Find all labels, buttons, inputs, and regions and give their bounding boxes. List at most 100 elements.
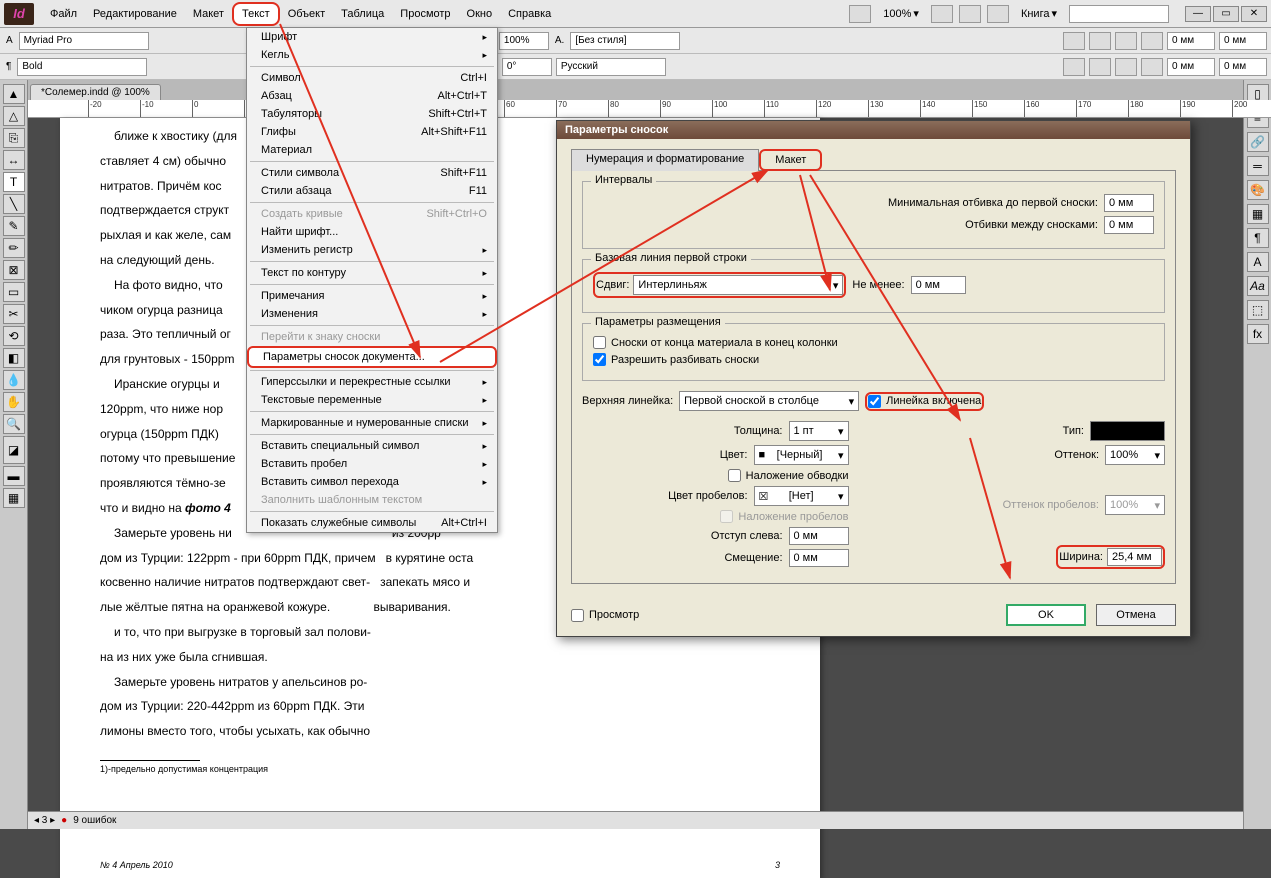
preflight-errors[interactable]: 9 ошибок — [73, 815, 116, 826]
menu-file[interactable]: Файл — [42, 4, 85, 24]
close-icon[interactable]: ✕ — [1241, 6, 1267, 22]
charstyle-combo[interactable]: [Без стиля] — [570, 32, 680, 50]
stroke-panel-icon[interactable]: ═ — [1247, 156, 1269, 176]
justify-all-left-icon[interactable] — [1063, 58, 1085, 76]
pen-tool-icon[interactable]: ✎ — [3, 216, 25, 236]
menu-track-changes[interactable]: Изменения — [247, 305, 497, 323]
select-color[interactable]: ■ [Черный] — [754, 445, 849, 465]
menu-view[interactable]: Просмотр — [392, 4, 458, 24]
menu-bullets-lists[interactable]: Маркированные и нумерованные списки — [247, 414, 497, 432]
menu-insert-whitespace[interactable]: Вставить пробел — [247, 455, 497, 473]
tab-numbering[interactable]: Нумерация и форматирование — [571, 149, 759, 171]
character-panel-icon[interactable]: A — [1247, 252, 1269, 272]
menu-material[interactable]: Материал — [247, 141, 497, 159]
screen-mode-icon[interactable] — [959, 5, 981, 23]
input-between[interactable] — [1104, 216, 1154, 234]
select-top-rule[interactable]: Первой сноской в столбце — [679, 391, 859, 411]
align-center-icon[interactable] — [1089, 32, 1111, 50]
zoom-combo[interactable]: 100% ▾ — [877, 5, 925, 22]
rectangle-tool-icon[interactable]: ▭ — [3, 282, 25, 302]
menu-type-on-path[interactable]: Текст по контуру — [247, 264, 497, 282]
effects-panel-icon[interactable]: fx — [1247, 324, 1269, 344]
menu-tabs[interactable]: ТабуляторыShift+Ctrl+T — [247, 105, 497, 123]
menu-layout[interactable]: Макет — [185, 4, 232, 24]
menu-size[interactable]: Кегль — [247, 46, 497, 64]
page-tool-icon[interactable]: ⎘ — [3, 128, 25, 148]
space-before[interactable]: 0 мм — [1167, 58, 1215, 76]
page-nav-icon[interactable]: ◂ 3 ▸ — [34, 815, 55, 826]
chk-end-column[interactable] — [593, 336, 606, 349]
chk-preview[interactable] — [571, 609, 584, 622]
select-gap-color[interactable]: ☒ [Нет] — [754, 486, 849, 506]
tab-layout[interactable]: Макет — [759, 149, 822, 171]
swatches-panel-icon[interactable]: ▦ — [1247, 204, 1269, 224]
vscale-combo[interactable]: 100% — [499, 32, 549, 50]
maximize-icon[interactable]: ▭ — [1213, 6, 1239, 22]
menu-show-hidden[interactable]: Показать служебные символыAlt+Ctrl+I — [247, 514, 497, 532]
chk-overprint-stroke[interactable] — [728, 469, 741, 482]
arrange-icon[interactable] — [987, 5, 1009, 23]
object-styles-panel-icon[interactable]: ⬚ — [1247, 300, 1269, 320]
pencil-tool-icon[interactable]: ✏ — [3, 238, 25, 258]
menu-change-case[interactable]: Изменить регистр — [247, 241, 497, 259]
input-width[interactable] — [1107, 548, 1162, 566]
menu-glyphs[interactable]: ГлифыAlt+Shift+F11 — [247, 123, 497, 141]
document-tab[interactable]: *Солемер.indd @ 100% — [30, 84, 161, 100]
menu-hyperlinks[interactable]: Гиперссылки и перекрестные ссылки — [247, 373, 497, 391]
menu-window[interactable]: Окно — [459, 4, 501, 24]
font-family-combo[interactable]: Myriad Pro — [19, 32, 149, 50]
view-options-icon[interactable] — [931, 5, 953, 23]
cancel-button[interactable]: Отмена — [1096, 604, 1176, 626]
bridge-icon[interactable] — [849, 5, 871, 23]
search-input[interactable] — [1069, 5, 1169, 23]
menu-edit[interactable]: Редактирование — [85, 4, 185, 24]
indent-left[interactable]: 0 мм — [1167, 32, 1215, 50]
justify-all-center-icon[interactable] — [1089, 58, 1111, 76]
select-thickness[interactable]: 1 пт — [789, 421, 849, 441]
gradient-tool-icon[interactable]: ◧ — [3, 348, 25, 368]
rectangle-frame-tool-icon[interactable]: ⊠ — [3, 260, 25, 280]
input-min-offset[interactable] — [1104, 194, 1154, 212]
justify-all-right-icon[interactable] — [1115, 58, 1137, 76]
menu-paragraph[interactable]: АбзацAlt+Ctrl+T — [247, 87, 497, 105]
menu-text-variables[interactable]: Текстовые переменные — [247, 391, 497, 409]
align-justify-icon[interactable] — [1141, 32, 1163, 50]
view-mode-icon[interactable]: ▦ — [3, 488, 25, 508]
menu-insert-special-char[interactable]: Вставить специальный символ — [247, 437, 497, 455]
free-transform-tool-icon[interactable]: ⟲ — [3, 326, 25, 346]
font-weight-combo[interactable]: Bold — [17, 58, 147, 76]
select-type[interactable] — [1090, 421, 1165, 441]
direct-selection-tool-icon[interactable]: △ — [3, 106, 25, 126]
menu-object[interactable]: Объект — [280, 4, 333, 24]
paragraph-panel-icon[interactable]: ¶ — [1247, 228, 1269, 248]
selection-tool-icon[interactable]: ▲ — [3, 84, 25, 104]
justify-full-icon[interactable] — [1141, 58, 1163, 76]
menu-para-styles[interactable]: Стили абзацаF11 — [247, 182, 497, 200]
menu-footnote-options[interactable]: Параметры сносок документа... — [247, 346, 497, 368]
menu-symbol[interactable]: СимволCtrl+I — [247, 69, 497, 87]
language-combo[interactable]: Русский — [556, 58, 666, 76]
menu-notes[interactable]: Примечания — [247, 287, 497, 305]
space-after[interactable]: 0 мм — [1219, 58, 1267, 76]
hand-tool-icon[interactable]: ✋ — [3, 392, 25, 412]
skew-combo[interactable]: 0° — [502, 58, 552, 76]
select-tint[interactable]: 100% — [1105, 445, 1165, 465]
align-left-icon[interactable] — [1063, 32, 1085, 50]
fill-stroke-icon[interactable]: ◪ — [3, 436, 25, 464]
chk-rule-on[interactable] — [868, 395, 881, 408]
align-right-icon[interactable] — [1115, 32, 1137, 50]
apply-color-icon[interactable]: ▬ — [3, 466, 25, 486]
minimize-icon[interactable]: — — [1185, 6, 1211, 22]
menu-insert-break[interactable]: Вставить символ перехода — [247, 473, 497, 491]
chk-split-footnotes[interactable] — [593, 353, 606, 366]
char-styles-panel-icon[interactable]: Aa — [1247, 276, 1269, 296]
menu-table[interactable]: Таблица — [333, 4, 392, 24]
links-panel-icon[interactable]: 🔗 — [1247, 132, 1269, 152]
gap-tool-icon[interactable]: ↔ — [3, 150, 25, 170]
menu-char-styles[interactable]: Стили символаShift+F11 — [247, 164, 497, 182]
input-left-indent[interactable] — [789, 527, 849, 545]
zoom-tool-icon[interactable]: 🔍 — [3, 414, 25, 434]
menu-text[interactable]: Текст — [232, 2, 280, 26]
line-tool-icon[interactable]: ╲ — [3, 194, 25, 214]
input-notless[interactable] — [911, 276, 966, 294]
